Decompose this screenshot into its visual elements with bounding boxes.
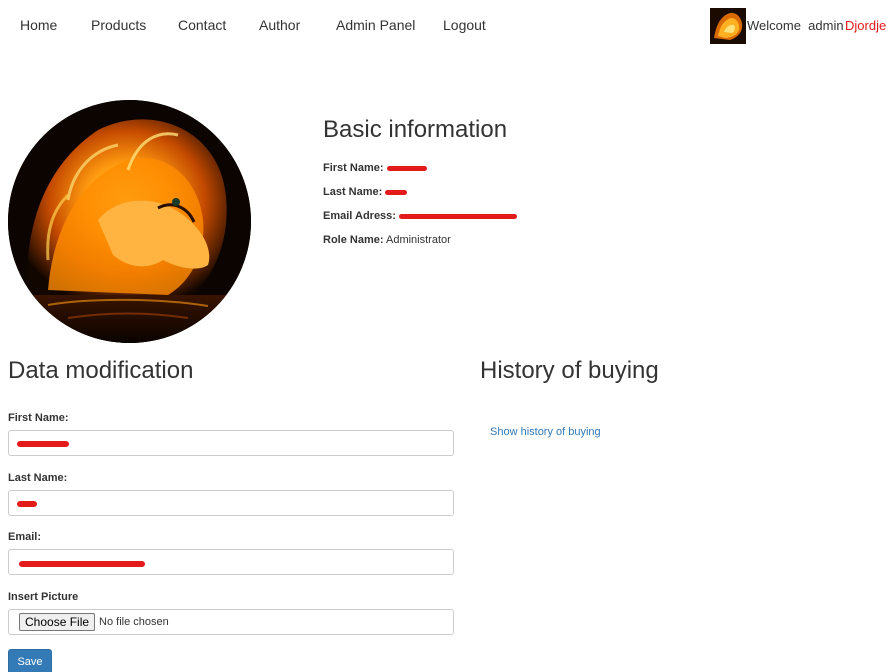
redaction-mark [399, 213, 518, 219]
nav-author-link[interactable]: Author [259, 17, 300, 33]
choose-file-button[interactable]: Choose File [19, 613, 96, 631]
lion-avatar-icon [710, 8, 746, 44]
info-role-value: Administrator [385, 234, 451, 246]
nav-home-link[interactable]: Home [20, 17, 57, 33]
nav-avatar [710, 8, 746, 44]
save-button[interactable]: Save [8, 649, 52, 672]
info-role-label: Role Name: [323, 234, 384, 246]
data-modification-title: Data modification [8, 357, 194, 384]
history-title: History of buying [480, 357, 659, 384]
picture-file-input[interactable]: Choose File No file chosen [8, 609, 454, 635]
redaction-mark [386, 165, 427, 171]
info-first-name-label: First Name: [323, 162, 384, 174]
first-name-label: First Name: [8, 412, 69, 424]
info-last-name-label: Last Name: [323, 186, 383, 198]
redaction-mark [19, 561, 145, 567]
nav-contact-link[interactable]: Contact [178, 17, 226, 33]
insert-picture-label: Insert Picture [8, 591, 79, 603]
username-link[interactable]: Djordje [845, 18, 886, 33]
last-name-label: Last Name: [8, 472, 68, 484]
welcome-text: Welcome admin [747, 18, 844, 33]
profile-picture [8, 100, 251, 343]
info-first-name: First Name: [323, 162, 427, 174]
lion-portrait-image [8, 100, 251, 343]
first-name-input[interactable] [8, 430, 454, 456]
info-email: Email Adress: [323, 210, 518, 222]
top-navbar: Home Products Contact Author Admin Panel… [0, 0, 887, 50]
nav-logout-link[interactable]: Logout [443, 17, 486, 33]
profile-page: Home Products Contact Author Admin Panel… [0, 0, 887, 672]
last-name-input[interactable] [8, 490, 454, 516]
redaction-mark [17, 441, 69, 447]
redaction-mark [385, 189, 408, 195]
nav-admin-panel-link[interactable]: Admin Panel [336, 17, 415, 33]
info-role: Role Name: Administrator [323, 234, 451, 246]
nav-products-link[interactable]: Products [91, 17, 146, 33]
basic-info-title: Basic information [323, 116, 508, 143]
email-label: Email: [8, 531, 42, 543]
info-last-name: Last Name: [323, 186, 408, 198]
email-input[interactable] [8, 549, 454, 575]
info-email-label: Email Adress: [323, 210, 396, 222]
redaction-mark [17, 501, 37, 507]
no-file-text: No file chosen [99, 616, 169, 628]
show-history-link[interactable]: Show history of buying [490, 426, 601, 438]
